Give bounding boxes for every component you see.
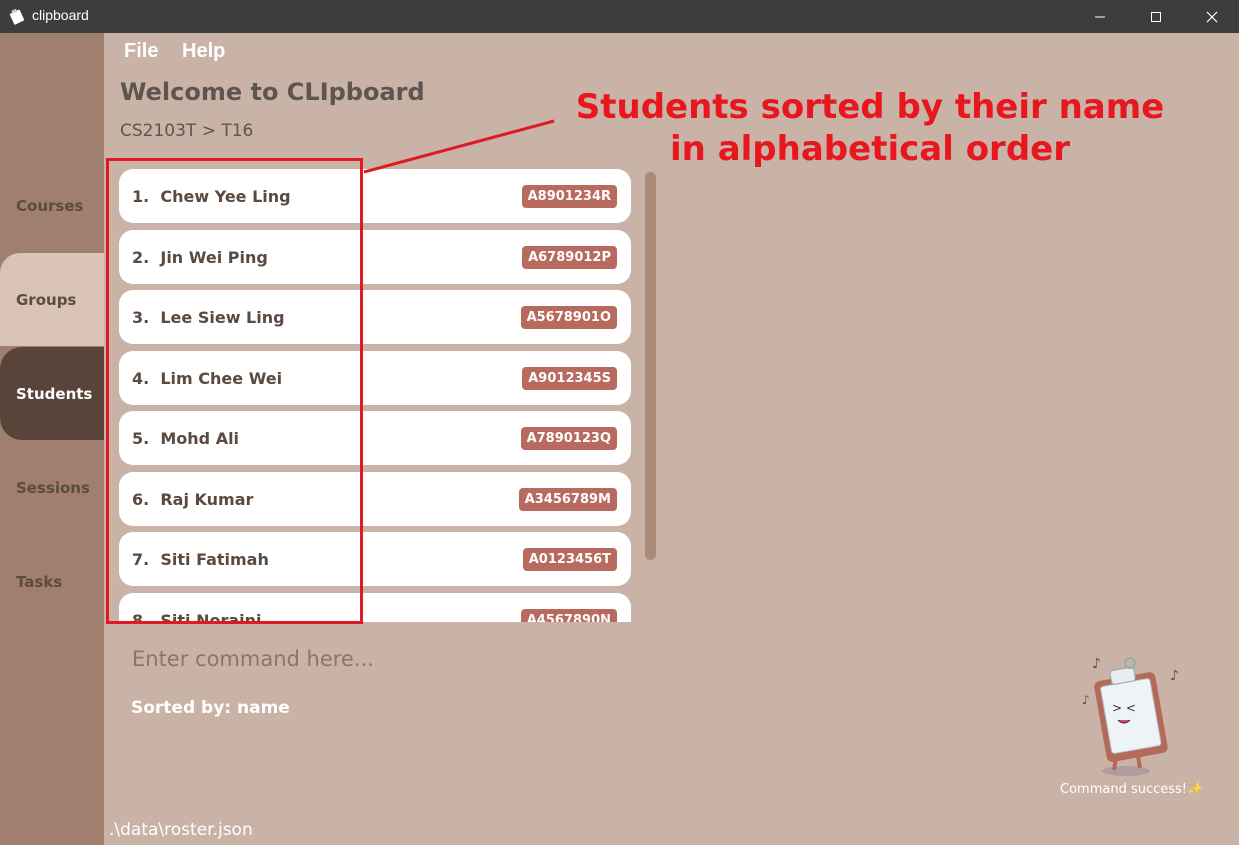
- sidebar-item-students[interactable]: Students: [0, 347, 104, 440]
- sidebar: Courses Groups Students Sessions Tasks: [0, 33, 104, 845]
- result-display: Sorted by: name: [131, 698, 290, 718]
- sidebar-item-groups[interactable]: Groups: [0, 253, 104, 346]
- close-icon: [1206, 11, 1218, 22]
- command-input[interactable]: [122, 638, 1034, 680]
- menu-bar: File Help: [124, 40, 243, 63]
- student-id-badge: A7890123Q: [520, 426, 617, 450]
- student-id-badge: A0123456T: [522, 547, 617, 571]
- student-id-badge: A3456789M: [518, 487, 617, 511]
- menu-help[interactable]: Help: [182, 40, 225, 62]
- annotation-caption: Students sorted by their name in alphabe…: [560, 86, 1180, 170]
- title-bar: clipboard: [0, 0, 1239, 33]
- student-id-badge: A4567890N: [520, 608, 617, 622]
- maximize-icon: [1151, 11, 1161, 22]
- breadcrumb: CS2103T > T16: [120, 121, 254, 141]
- status-file-path: .\data\roster.json: [109, 820, 253, 840]
- feedback-message: Command success!✨: [1060, 782, 1204, 797]
- student-id-badge: A9012345S: [522, 366, 617, 390]
- list-scrollbar[interactable]: [645, 172, 656, 560]
- svg-text:♪: ♪: [1092, 656, 1101, 672]
- close-button[interactable]: [1189, 0, 1235, 33]
- window-title: clipboard: [32, 7, 89, 23]
- sidebar-item-sessions[interactable]: Sessions: [0, 441, 104, 534]
- annotation-line-2: in alphabetical order: [670, 129, 1070, 169]
- minimize-icon: [1095, 16, 1105, 17]
- page-title: Welcome to CLIpboard: [120, 78, 425, 106]
- minimize-button[interactable]: [1077, 0, 1123, 33]
- svg-text:> <: > <: [1112, 701, 1136, 715]
- clipboard-app-icon: [9, 8, 25, 25]
- svg-text:♪: ♪: [1170, 668, 1179, 684]
- sidebar-item-courses[interactable]: Courses: [0, 159, 104, 252]
- annotation-line-1: Students sorted by their name: [575, 87, 1165, 127]
- annotation-highlight-box: [106, 158, 363, 624]
- sidebar-item-tasks[interactable]: Tasks: [0, 535, 104, 628]
- clipboard-mascot-icon: > < ♪ ♪ ♪: [1082, 656, 1179, 776]
- student-id-badge: A6789012P: [522, 245, 617, 269]
- menu-file[interactable]: File: [124, 40, 158, 62]
- svg-text:♪: ♪: [1082, 693, 1090, 707]
- student-id-badge: A8901234R: [521, 184, 617, 208]
- maximize-button[interactable]: [1133, 0, 1179, 33]
- student-id-badge: A5678901O: [520, 305, 617, 329]
